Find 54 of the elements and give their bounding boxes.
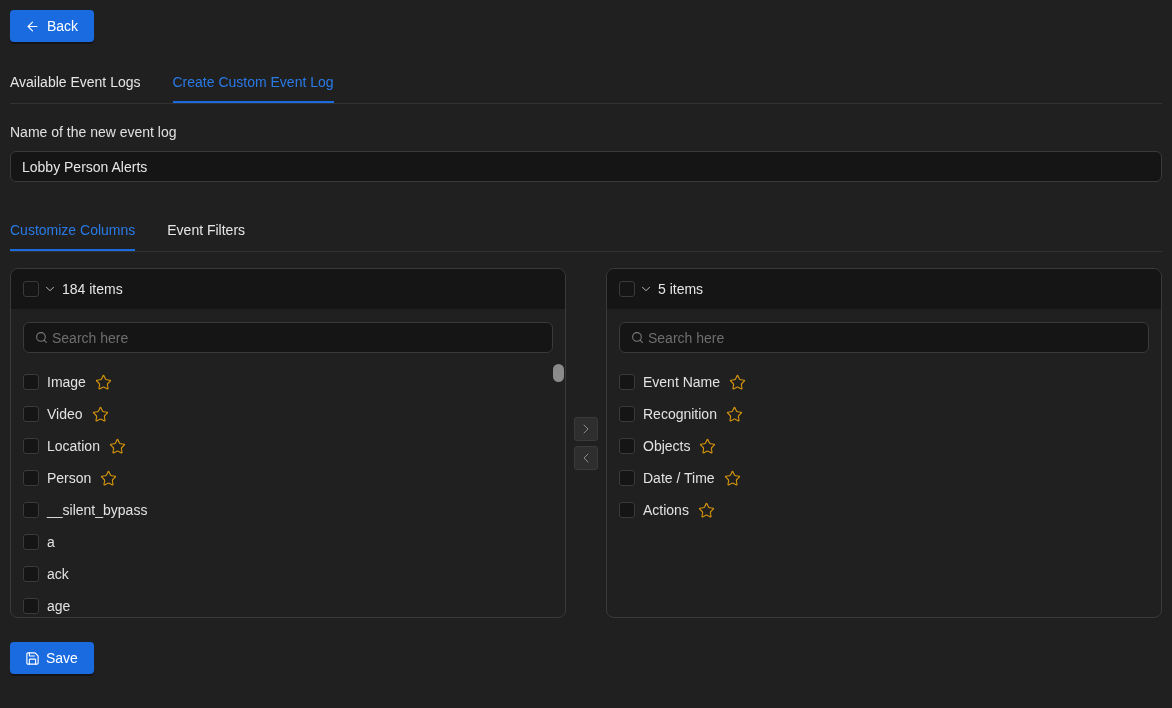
search-field[interactable]: Search here — [619, 322, 1149, 353]
checkbox[interactable] — [23, 470, 39, 486]
star-icon[interactable] — [108, 437, 126, 455]
checkbox[interactable] — [23, 374, 39, 390]
search-icon — [35, 331, 48, 344]
item-count: 184 items — [62, 281, 123, 297]
star-icon[interactable] — [723, 469, 741, 487]
tab[interactable]: Customize Columns — [10, 210, 136, 251]
checkbox[interactable] — [23, 566, 39, 582]
list-item-label[interactable]: __silent_bypass — [47, 502, 148, 518]
checkbox[interactable] — [619, 438, 635, 454]
list-item-label[interactable]: Event Name — [643, 374, 721, 390]
tab[interactable]: Create Custom Event Log — [172, 62, 334, 103]
scrollbar-thumb[interactable] — [553, 364, 564, 382]
star-icon[interactable] — [725, 405, 743, 423]
item-count: 5 items — [658, 281, 704, 297]
list-item-label[interactable]: Recognition — [643, 406, 717, 422]
checkbox[interactable] — [23, 281, 39, 297]
checkbox[interactable] — [23, 534, 39, 550]
star-icon[interactable] — [100, 469, 118, 487]
list-item-label[interactable]: Image — [47, 374, 86, 390]
checkbox[interactable] — [619, 374, 635, 390]
star-icon[interactable] — [699, 437, 717, 455]
star-icon[interactable] — [94, 373, 112, 391]
list-item-label[interactable]: ack — [47, 566, 69, 582]
checkbox[interactable] — [619, 502, 635, 518]
checkbox[interactable] — [23, 502, 39, 518]
list-item-label[interactable]: Person — [47, 470, 92, 486]
save-button[interactable]: Save — [10, 642, 94, 674]
back-button[interactable]: Back — [10, 10, 95, 42]
name-input[interactable]: Lobby Person Alerts — [10, 151, 1162, 182]
checkbox[interactable] — [23, 406, 39, 422]
field-label: Name of the new event log — [10, 123, 177, 142]
list-item-label[interactable]: Video — [47, 406, 83, 422]
checkbox[interactable] — [23, 438, 39, 454]
search-icon — [631, 331, 644, 344]
list-item-label[interactable]: a — [47, 534, 55, 550]
checkbox[interactable] — [619, 406, 635, 422]
list-item-label[interactable]: Location — [47, 438, 100, 454]
star-icon[interactable] — [91, 405, 109, 423]
search-field[interactable]: Search here — [23, 322, 553, 353]
list-item-label[interactable]: Objects — [643, 438, 691, 454]
star-icon[interactable] — [729, 373, 747, 391]
checkbox[interactable] — [619, 470, 635, 486]
star-icon[interactable] — [697, 501, 715, 519]
tab[interactable]: Event Filters — [167, 210, 246, 251]
list-item-label[interactable]: Date / Time — [643, 470, 715, 486]
arrow-left-icon — [25, 18, 40, 34]
list-item-label[interactable]: age — [47, 598, 71, 614]
checkbox[interactable] — [23, 598, 39, 614]
tab[interactable]: Available Event Logs — [10, 62, 141, 103]
save-icon — [25, 650, 40, 666]
checkbox[interactable] — [619, 281, 635, 297]
list-item-label[interactable]: Actions — [643, 502, 689, 518]
